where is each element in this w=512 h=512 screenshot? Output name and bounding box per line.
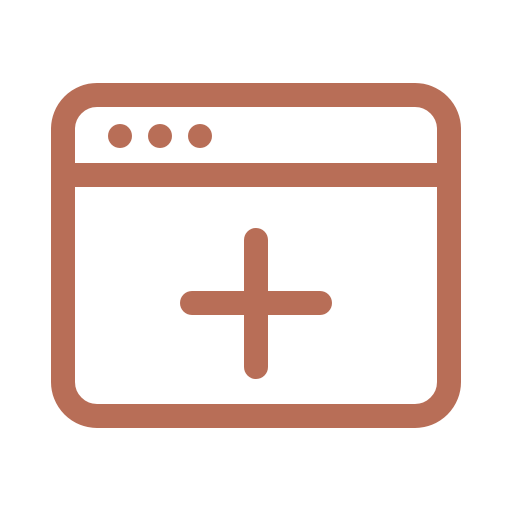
icon-canvas [0, 0, 512, 512]
window-dot-icon [188, 124, 212, 148]
new-browser-window-icon [51, 83, 461, 428]
window-dot-icon [148, 124, 172, 148]
window-dot-icon [108, 124, 132, 148]
